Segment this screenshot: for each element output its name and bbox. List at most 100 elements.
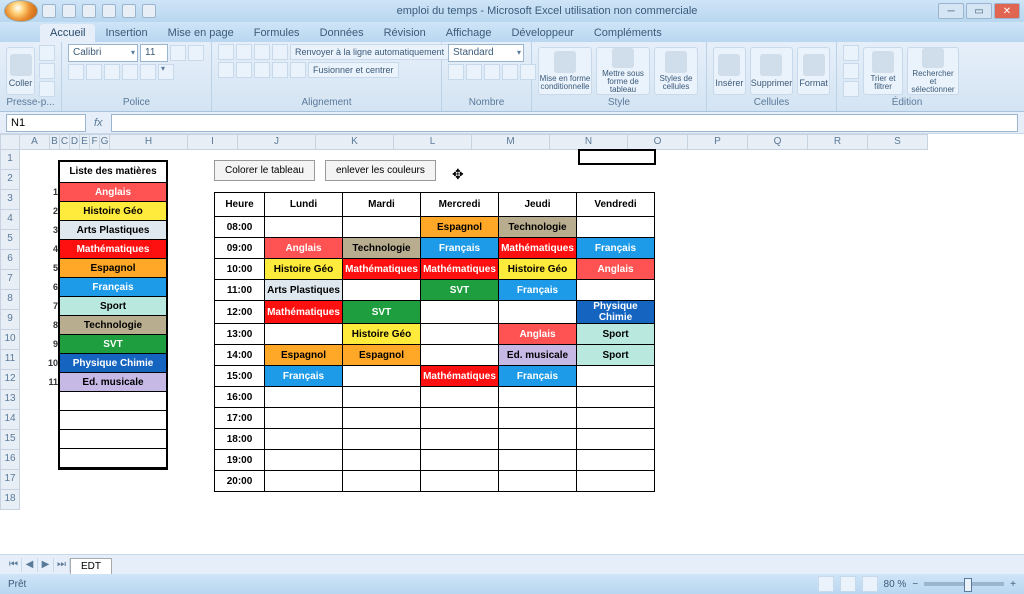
col-header-H[interactable]: H <box>110 134 188 150</box>
timetable-cell[interactable] <box>343 280 421 301</box>
timetable-cell[interactable]: Anglais <box>577 259 655 280</box>
align-center-icon[interactable] <box>236 62 252 78</box>
timetable-cell[interactable]: Mathématiques <box>421 259 499 280</box>
zoom-in-icon[interactable]: + <box>1010 579 1016 590</box>
indent-inc-icon[interactable] <box>290 62 306 78</box>
timetable-cell[interactable]: Français <box>499 280 577 301</box>
timetable-cell[interactable]: Technologie <box>343 238 421 259</box>
tab-accueil[interactable]: Accueil <box>40 24 95 42</box>
col-header-D[interactable]: D <box>70 134 80 150</box>
row-header-1[interactable]: 1 <box>0 150 20 170</box>
timetable-cell[interactable]: Ed. musicale <box>499 345 577 366</box>
timetable-cell[interactable]: Sport <box>577 345 655 366</box>
row-header-9[interactable]: 9 <box>0 310 20 330</box>
tab-nav-next-icon[interactable]: ▶ <box>38 558 54 572</box>
timetable-cell[interactable] <box>421 471 499 492</box>
subject-technologie[interactable]: Technologie8 <box>60 316 166 335</box>
col-header-F[interactable]: F <box>90 134 100 150</box>
tab-mise-en-page[interactable]: Mise en page <box>158 24 244 42</box>
find-select-button[interactable]: Rechercher et sélectionner <box>907 47 959 95</box>
timetable-cell[interactable] <box>265 450 343 471</box>
timetable-cell[interactable]: Français <box>421 238 499 259</box>
timetable-cell[interactable] <box>265 408 343 429</box>
paste-button[interactable]: Coller <box>6 47 35 95</box>
tab-insertion[interactable]: Insertion <box>95 24 157 42</box>
col-header-P[interactable]: P <box>688 134 748 150</box>
copy-icon[interactable] <box>39 63 55 79</box>
timetable-cell[interactable] <box>343 387 421 408</box>
timetable-cell[interactable] <box>421 324 499 345</box>
number-format-combo[interactable]: Standard <box>448 44 524 62</box>
fill-icon[interactable] <box>843 63 859 79</box>
timetable-cell[interactable]: Histoire Géo <box>499 259 577 280</box>
timetable-cell[interactable]: Espagnol <box>343 345 421 366</box>
timetable-cell[interactable] <box>421 387 499 408</box>
qat-redo-icon[interactable] <box>82 4 96 18</box>
subject-mathématiques[interactable]: Mathématiques4 <box>60 240 166 259</box>
row-header-15[interactable]: 15 <box>0 430 20 450</box>
timetable-cell[interactable]: Français <box>577 238 655 259</box>
row-header-16[interactable]: 16 <box>0 450 20 470</box>
color-table-button[interactable]: Colorer le tableau <box>214 160 315 181</box>
subject-svt[interactable]: SVT9 <box>60 335 166 354</box>
format-painter-icon[interactable] <box>39 81 55 97</box>
timetable-cell[interactable] <box>265 387 343 408</box>
timetable-cell[interactable] <box>499 450 577 471</box>
timetable-cell[interactable] <box>577 280 655 301</box>
timetable-cell[interactable]: Espagnol <box>421 217 499 238</box>
timetable-cell[interactable] <box>421 450 499 471</box>
inc-decimal-icon[interactable] <box>502 64 518 80</box>
format-table-button[interactable]: Mettre sous forme de tableau <box>596 47 650 95</box>
percent-icon[interactable] <box>466 64 482 80</box>
clear-colors-button[interactable]: enlever les couleurs <box>325 160 436 181</box>
row-header-2[interactable]: 2 <box>0 170 20 190</box>
col-header-O[interactable]: O <box>628 134 688 150</box>
office-button[interactable] <box>4 0 38 22</box>
col-header-N[interactable]: N <box>550 134 628 150</box>
qat-preview-icon[interactable] <box>122 4 136 18</box>
italic-icon[interactable] <box>86 64 102 80</box>
col-header-R[interactable]: R <box>808 134 868 150</box>
tab-développeur[interactable]: Développeur <box>501 24 583 42</box>
subject-sport[interactable]: Sport7 <box>60 297 166 316</box>
timetable-cell[interactable]: Anglais <box>499 324 577 345</box>
view-layout-icon[interactable] <box>840 576 856 592</box>
col-header-J[interactable]: J <box>238 134 316 150</box>
timetable-cell[interactable]: Français <box>499 366 577 387</box>
underline-icon[interactable] <box>104 64 120 80</box>
subject-arts-plastiques[interactable]: Arts Plastiques3 <box>60 221 166 240</box>
tab-nav-first-icon[interactable]: ⏮ <box>6 558 22 572</box>
timetable-cell[interactable]: Histoire Géo <box>265 259 343 280</box>
timetable-cell[interactable]: Histoire Géo <box>343 324 421 345</box>
view-normal-icon[interactable] <box>818 576 834 592</box>
column-headers[interactable]: ABCDEFGHIJKLMNOPQRS <box>20 134 928 150</box>
shrink-font-icon[interactable] <box>188 45 204 61</box>
minimize-button[interactable]: ─ <box>938 3 964 19</box>
fx-icon[interactable]: fx <box>94 117 103 129</box>
clear-icon[interactable] <box>843 81 859 97</box>
insert-cells-button[interactable]: Insérer <box>713 47 746 95</box>
merge-center-button[interactable]: Fusionner et centrer <box>308 62 399 78</box>
tab-formules[interactable]: Formules <box>244 24 310 42</box>
timetable-cell[interactable]: Anglais <box>265 238 343 259</box>
cut-icon[interactable] <box>39 45 55 61</box>
subject-français[interactable]: Français6 <box>60 278 166 297</box>
timetable-cell[interactable] <box>265 324 343 345</box>
timetable-cell[interactable] <box>499 471 577 492</box>
font-size-combo[interactable]: 11 <box>140 44 168 62</box>
col-header-I[interactable]: I <box>188 134 238 150</box>
tab-affichage[interactable]: Affichage <box>436 24 502 42</box>
col-header-K[interactable]: K <box>316 134 394 150</box>
timetable-cell[interactable] <box>343 366 421 387</box>
timetable-cell[interactable] <box>421 408 499 429</box>
timetable-cell[interactable] <box>577 366 655 387</box>
row-header-7[interactable]: 7 <box>0 270 20 290</box>
worksheet[interactable]: ABCDEFGHIJKLMNOPQRS 12345678910111213141… <box>0 134 1024 554</box>
qat-undo-icon[interactable] <box>62 4 76 18</box>
timetable-cell[interactable] <box>577 387 655 408</box>
row-header-6[interactable]: 6 <box>0 250 20 270</box>
row-header-5[interactable]: 5 <box>0 230 20 250</box>
timetable-cell[interactable]: Mathématiques <box>265 301 343 324</box>
timetable-cell[interactable]: Physique Chimie <box>577 301 655 324</box>
col-header-A[interactable]: A <box>20 134 50 150</box>
